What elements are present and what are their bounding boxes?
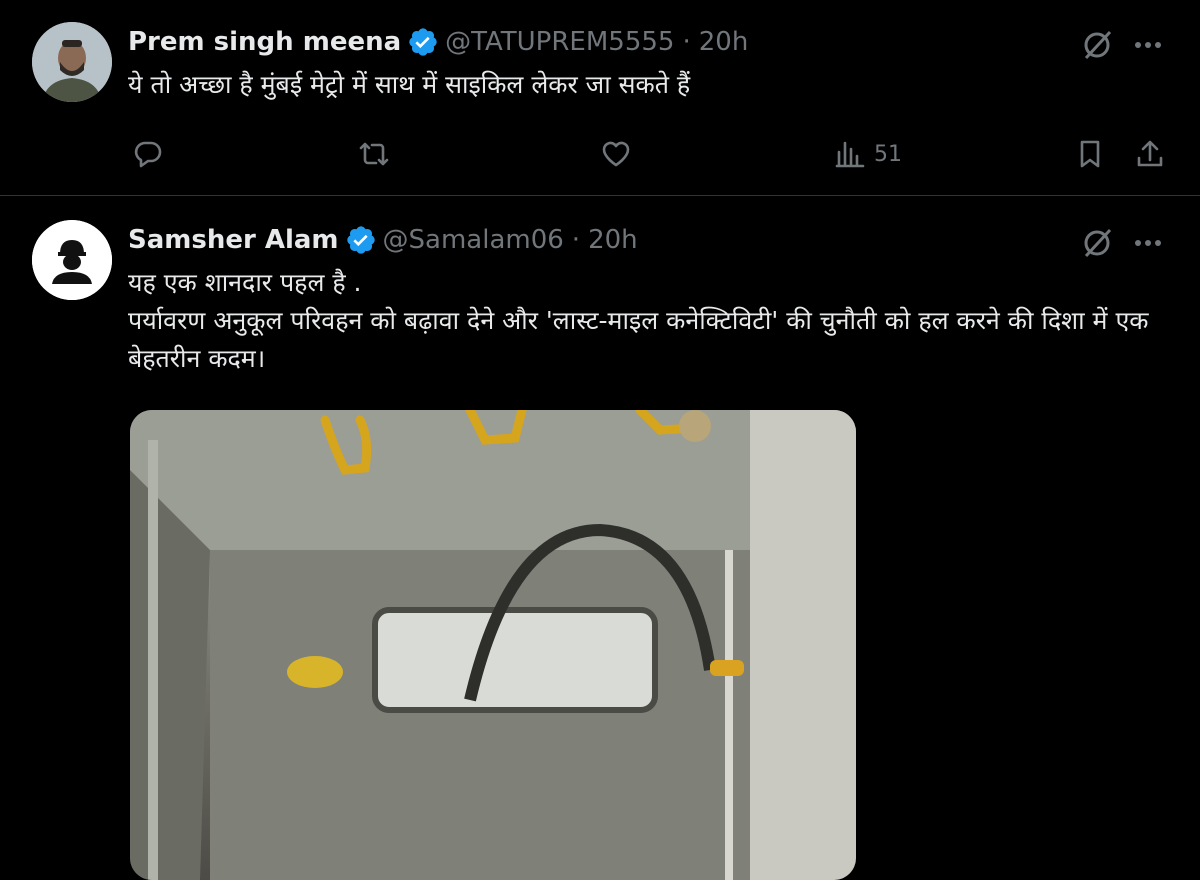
bookmark-button[interactable] <box>1074 134 1106 174</box>
like-icon <box>602 141 630 167</box>
like-button[interactable] <box>600 134 632 174</box>
share-icon <box>1137 140 1163 167</box>
views-count: 51 <box>874 141 902 167</box>
verified-icon <box>407 26 439 58</box>
tweet-text: ये तो अच्छा है मुंबई मेट्रो में साथ में … <box>128 70 691 99</box>
handle[interactable]: @Samalam06 <box>383 225 564 255</box>
profile-photo <box>32 220 112 300</box>
tweet-text-line: पर्यावरण अनुकूल परिवहन को बढ़ावा देने और… <box>128 306 1149 373</box>
reply-icon <box>134 141 162 168</box>
share-button[interactable] <box>1134 134 1166 174</box>
profile-photo <box>32 22 112 102</box>
grok-icon[interactable] <box>1080 28 1114 62</box>
separator: · <box>682 27 691 57</box>
grok-icon[interactable] <box>1080 226 1114 260</box>
separator: · <box>571 225 581 255</box>
verified-icon <box>345 224 377 256</box>
avatar[interactable] <box>32 22 112 102</box>
tweet-media-photo[interactable] <box>130 410 856 880</box>
retweet-icon <box>359 142 389 166</box>
views-icon <box>835 141 865 168</box>
avatar[interactable] <box>32 220 112 300</box>
timestamp[interactable]: 20h <box>588 225 638 255</box>
reply-button[interactable] <box>132 134 164 174</box>
retweet-button[interactable] <box>358 134 390 174</box>
display-name[interactable]: Samsher Alam <box>128 225 339 255</box>
more-icon[interactable] <box>1130 226 1166 260</box>
tweet[interactable]: Samsher Alam @Samalam06 · 20h यह एक शानद… <box>0 196 1200 880</box>
views-button[interactable]: 51 <box>834 134 902 174</box>
handle[interactable]: @TATUPREM5555 <box>445 27 674 57</box>
tweet-text-line: यह एक शानदार पहल है . <box>128 268 362 297</box>
tweet[interactable]: Prem singh meena @TATUPREM5555 · 20h ये … <box>0 0 1200 196</box>
tweet-text: यह एक शानदार पहल है . पर्यावरण अनुकूल पर… <box>128 264 1168 378</box>
bookmark-icon <box>1080 140 1100 168</box>
metro-interior-illustration <box>130 410 856 880</box>
action-bar: 51 <box>0 134 1200 174</box>
timestamp[interactable]: 20h <box>699 27 749 57</box>
more-icon[interactable] <box>1130 28 1166 62</box>
display-name[interactable]: Prem singh meena <box>128 27 401 57</box>
